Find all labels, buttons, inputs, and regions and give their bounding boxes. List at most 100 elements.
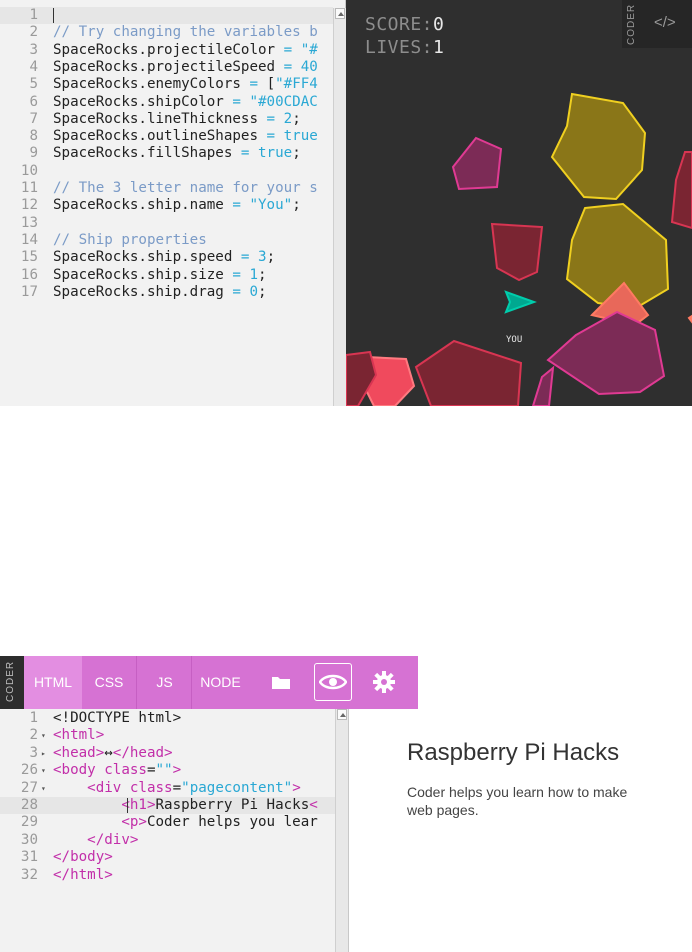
code-line[interactable]: 15 SpaceRocks.ship.speed = 3; xyxy=(0,249,333,266)
code-line[interactable]: 1 <!DOCTYPE html> xyxy=(0,710,335,727)
lives-label: LIVES: xyxy=(365,37,434,58)
code-text: <body class=""> xyxy=(53,762,182,779)
code-text: SpaceRocks.projectileColor = "# xyxy=(53,41,318,58)
line-number: 3 xyxy=(29,744,38,761)
code-text: SpaceRocks.projectileSpeed = 40 xyxy=(53,58,318,75)
code-text: SpaceRocks.ship.name = "You"; xyxy=(53,197,301,214)
code-line[interactable]: 32 </html> xyxy=(0,867,335,884)
line-number: 29 xyxy=(20,814,38,831)
fold-arrow-icon[interactable]: ▾ xyxy=(41,727,46,744)
asteroid xyxy=(414,339,523,406)
code-line[interactable]: 16 SpaceRocks.ship.size = 1; xyxy=(0,267,333,284)
score-value: 0 xyxy=(433,14,445,35)
tab-js-label: JS xyxy=(156,674,173,690)
code-text: <p>Coder helps you lear xyxy=(121,814,318,831)
code-text: SpaceRocks.ship.size = 1; xyxy=(53,266,267,283)
coder-side-panel: CODER </> xyxy=(622,0,692,48)
code-line[interactable]: 17 SpaceRocks.ship.drag = 0; xyxy=(0,284,333,301)
fold-arrow-icon[interactable]: ▾ xyxy=(41,780,46,797)
asteroid xyxy=(546,310,666,396)
code-text: <div class="pagecontent"> xyxy=(87,779,301,796)
coder-html-screenshot: CODER HTML CSS JS NODE 1 <!DOCTYPE html>… xyxy=(0,656,692,952)
code-line[interactable]: 2 // Try changing the variables b xyxy=(0,24,333,41)
line-number: 14 xyxy=(20,231,38,248)
editor-scrollbar[interactable] xyxy=(333,8,346,406)
code-text: </body> xyxy=(53,849,113,866)
code-text: // The 3 letter name for your s xyxy=(53,180,318,196)
score-readout: SCORE:0 xyxy=(365,14,444,35)
code-text: <!DOCTYPE html> xyxy=(53,710,182,726)
fold-arrow-icon[interactable]: ▸ xyxy=(41,745,46,762)
coder-logo-text: CODER xyxy=(5,660,16,702)
coder-toolbar: CODER HTML CSS JS NODE xyxy=(0,656,418,709)
line-number: 26 xyxy=(20,762,38,779)
tab-html[interactable]: HTML xyxy=(24,656,82,709)
code-text: SpaceRocks.lineThickness = 2; xyxy=(53,110,301,127)
html-code-editor[interactable]: 1 <!DOCTYPE html> 2 ▾ <html> 3 ▸ <head>↔</head>… xyxy=(0,709,349,952)
folder-icon xyxy=(272,677,290,689)
player-ship xyxy=(504,290,537,314)
tab-html-label: HTML xyxy=(33,674,73,690)
code-line[interactable]: 13 xyxy=(0,215,333,232)
code-line[interactable]: 7 SpaceRocks.lineThickness = 2; xyxy=(0,111,333,128)
line-number: 15 xyxy=(20,249,38,266)
coder-logo: CODER xyxy=(626,3,637,45)
fold-arrow-icon[interactable]: ▾ xyxy=(41,762,46,779)
code-line[interactable]: 3 ▸ <head>↔</head> xyxy=(0,745,335,762)
code-line[interactable]: 14 // Ship properties xyxy=(0,232,333,249)
code-line[interactable]: 8 SpaceRocks.outlineShapes = true xyxy=(0,128,333,145)
game-canvas[interactable]: SCORE:0 LIVES:1 YOU CODER </> xyxy=(346,0,692,406)
code-text: <html> xyxy=(53,727,105,744)
lives-value: 1 xyxy=(433,37,445,58)
code-line[interactable]: 27 ▾ <div class="pagecontent"> xyxy=(0,780,335,797)
code-line[interactable]: 9 SpaceRocks.fillShapes = true; xyxy=(0,145,333,162)
code-text: SpaceRocks.enemyColors = ["#FF4 xyxy=(53,76,318,93)
space-rocks-screenshot: 1 2// Try changing the variables b 3 SpaceR… xyxy=(0,0,692,406)
line-number: 2 xyxy=(29,24,38,41)
code-text: SpaceRocks.shipColor = "#00CDAC xyxy=(53,93,318,110)
code-line[interactable]: 10 xyxy=(0,163,333,180)
code-line[interactable]: 30 </div> xyxy=(0,832,335,849)
code-line[interactable]: 28 <h1>Raspberry Pi Hacks< xyxy=(0,797,335,815)
settings-button[interactable] xyxy=(358,656,410,709)
coder-logo: CODER xyxy=(0,656,24,709)
text-cursor xyxy=(53,8,54,23)
scroll-up-button[interactable] xyxy=(335,8,345,19)
code-line[interactable]: 4 SpaceRocks.projectileSpeed = 40 xyxy=(0,59,333,76)
scroll-up-button[interactable] xyxy=(337,709,347,720)
line-number: 3 xyxy=(29,41,38,58)
asteroid xyxy=(490,222,544,282)
code-text: </html> xyxy=(53,866,113,883)
line-number: 1 xyxy=(29,7,38,23)
code-line[interactable]: 3 SpaceRocks.projectileColor = "# xyxy=(0,42,333,59)
gear-icon xyxy=(373,671,395,693)
tab-node-label: NODE xyxy=(200,674,241,690)
tab-css-label: CSS xyxy=(94,674,124,690)
preview-button[interactable] xyxy=(314,663,352,701)
asteroid xyxy=(670,151,692,230)
code-line[interactable]: 1 xyxy=(0,7,333,25)
eye-icon xyxy=(319,674,347,690)
editor-scrollbar[interactable] xyxy=(335,709,348,952)
code-text: SpaceRocks.fillShapes = true; xyxy=(53,145,301,162)
folder-button[interactable] xyxy=(254,656,306,709)
line-number: 28 xyxy=(20,797,38,813)
code-line[interactable]: 29 <p>Coder helps you lear xyxy=(0,814,335,831)
code-line[interactable]: 6 SpaceRocks.shipColor = "#00CDAC xyxy=(0,94,333,111)
code-line[interactable]: 26 ▾ <body class=""> xyxy=(0,762,335,779)
code-line[interactable]: 5 SpaceRocks.enemyColors = ["#FF4 xyxy=(0,76,333,93)
line-number: 27 xyxy=(20,779,38,796)
code-text: // Ship properties xyxy=(53,231,207,248)
code-line[interactable]: 31 </body> xyxy=(0,849,335,866)
code-line[interactable]: 11 // The 3 letter name for your s xyxy=(0,180,333,197)
line-number: 8 xyxy=(29,128,38,145)
code-toggle-icon[interactable]: </> xyxy=(654,14,676,31)
code-line[interactable]: 2 ▾ <html> xyxy=(0,727,335,744)
tab-js[interactable]: JS xyxy=(136,656,192,709)
tab-css[interactable]: CSS xyxy=(82,656,136,709)
code-editor[interactable]: 1 2 // Try changing the variables b 3 SpaceR… xyxy=(0,0,346,406)
line-number: 4 xyxy=(29,58,38,75)
tab-node[interactable]: NODE xyxy=(191,656,249,709)
code-line[interactable]: 12 SpaceRocks.ship.name = "You"; xyxy=(0,197,333,214)
text-cursor xyxy=(127,798,128,813)
